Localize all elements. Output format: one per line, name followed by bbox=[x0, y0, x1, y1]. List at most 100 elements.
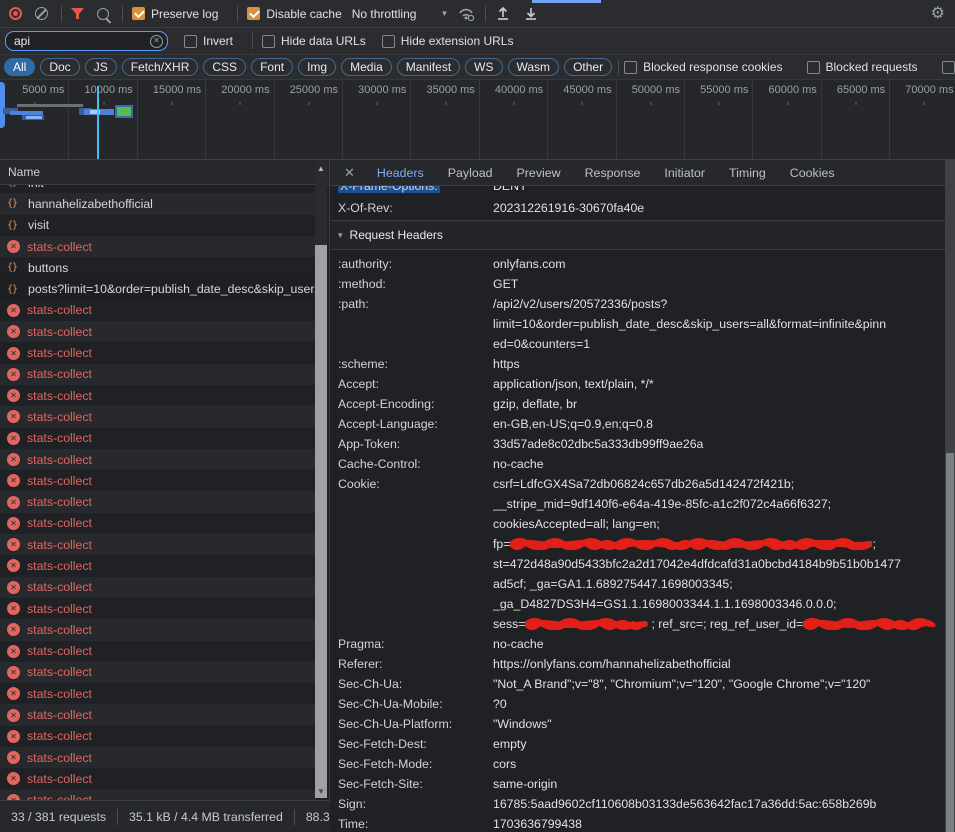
header-value-line: sess=; ref_src=; reg_ref_user_id= bbox=[493, 614, 945, 634]
scroll-up-icon[interactable]: ▲ bbox=[315, 162, 327, 175]
request-row[interactable]: ✕stats-collect bbox=[0, 428, 316, 449]
scroll-down-icon[interactable]: ▼ bbox=[315, 785, 327, 798]
request-row[interactable]: ✕stats-collect bbox=[0, 321, 316, 342]
header-row: Sign:16785:5aad9602cf110608b03133de56364… bbox=[331, 794, 945, 814]
header-name: Accept: bbox=[331, 374, 493, 394]
details-scrollbar[interactable] bbox=[945, 160, 955, 832]
filter-pill-other[interactable]: Other bbox=[564, 58, 612, 76]
header-value-line: __stripe_mid=9df140f6-e64a-419e-85fc-a1c… bbox=[493, 494, 945, 514]
request-row[interactable]: ✕stats-collect bbox=[0, 406, 316, 427]
request-row[interactable]: ✕stats-collect bbox=[0, 577, 316, 598]
filter-pill-all[interactable]: All bbox=[4, 58, 35, 76]
request-row[interactable]: ✕stats-collect bbox=[0, 641, 316, 662]
tab-response[interactable]: Response bbox=[573, 160, 653, 186]
request-row[interactable]: ✕stats-collect bbox=[0, 470, 316, 491]
request-row[interactable]: ✕stats-collect bbox=[0, 534, 316, 555]
request-row[interactable]: ✕stats-collect bbox=[0, 449, 316, 470]
request-row[interactable]: ✕stats-collect bbox=[0, 364, 316, 385]
filter-icon[interactable] bbox=[71, 8, 85, 20]
error-icon: ✕ bbox=[7, 517, 20, 530]
filter-pill-img[interactable]: Img bbox=[298, 58, 336, 76]
request-headers-section[interactable]: ▾ Request Headers bbox=[331, 221, 945, 250]
request-row[interactable]: ✕stats-collect bbox=[0, 236, 316, 257]
clear-icon[interactable] bbox=[35, 7, 48, 20]
search-icon[interactable] bbox=[97, 8, 109, 20]
headers-view: X-Frame-Options: DENY X-Of-Rev: 20231226… bbox=[331, 186, 945, 832]
request-name: stats-collect bbox=[27, 303, 92, 317]
request-row[interactable]: ✕stats-collect bbox=[0, 747, 316, 768]
header-row: Sec-Ch-Ua-Platform:"Windows" bbox=[331, 714, 945, 734]
header-row: :path:/api2/v2/users/20572336/posts?limi… bbox=[331, 294, 945, 354]
request-row[interactable]: ✕stats-collect bbox=[0, 768, 316, 789]
blocked-response-cookies-checkbox[interactable] bbox=[624, 61, 637, 74]
name-column-header[interactable]: Name bbox=[0, 160, 329, 185]
preserve-log-checkbox[interactable] bbox=[132, 7, 145, 20]
scrollbar-thumb[interactable] bbox=[315, 245, 327, 788]
header-value: GET bbox=[493, 274, 945, 294]
request-name: stats-collect bbox=[27, 793, 92, 800]
request-row[interactable]: ✕stats-collect bbox=[0, 726, 316, 747]
request-row[interactable]: ✕stats-collect bbox=[0, 555, 316, 576]
filter-pill-manifest[interactable]: Manifest bbox=[397, 58, 460, 76]
tab-payload[interactable]: Payload bbox=[436, 160, 505, 186]
request-row[interactable]: ✕stats-collect bbox=[0, 790, 316, 800]
request-row[interactable]: {}buttons bbox=[0, 257, 316, 278]
filter-pill-css[interactable]: CSS bbox=[203, 58, 246, 76]
timeline-tick-label: 65000 ms bbox=[819, 84, 885, 96]
filter-pill-doc[interactable]: Doc bbox=[40, 58, 79, 76]
request-row[interactable]: {}hannahelizabethofficial bbox=[0, 193, 316, 214]
clear-filter-icon[interactable]: ✕ bbox=[150, 35, 163, 48]
request-row[interactable]: {}init bbox=[0, 185, 316, 193]
header-row: Accept-Encoding:gzip, deflate, br bbox=[331, 394, 945, 414]
throttling-select[interactable]: No throttling bbox=[352, 7, 417, 21]
timeline-tick-label: 15000 ms bbox=[135, 84, 201, 96]
request-row[interactable]: {}visit bbox=[0, 215, 316, 236]
tab-initiator[interactable]: Initiator bbox=[652, 160, 717, 186]
hide-data-urls-checkbox[interactable] bbox=[262, 35, 275, 48]
request-row[interactable]: ✕stats-collect bbox=[0, 491, 316, 512]
record-icon[interactable] bbox=[9, 7, 22, 20]
timeline-minor-tick bbox=[923, 102, 925, 105]
filter-pill-fetch-xhr[interactable]: Fetch/XHR bbox=[122, 58, 199, 76]
request-row[interactable]: ✕stats-collect bbox=[0, 619, 316, 640]
error-icon: ✕ bbox=[7, 772, 20, 785]
tab-timing[interactable]: Timing bbox=[717, 160, 778, 186]
settings-gear-icon[interactable]: ⚙ bbox=[931, 6, 945, 22]
invert-checkbox[interactable] bbox=[184, 35, 197, 48]
filter-pill-ws[interactable]: WS bbox=[465, 58, 502, 76]
request-row[interactable]: ✕stats-collect bbox=[0, 385, 316, 406]
filter-pill-media[interactable]: Media bbox=[341, 58, 392, 76]
3rd-party-requests-checkbox[interactable] bbox=[942, 61, 955, 74]
close-icon[interactable]: ✕ bbox=[331, 165, 365, 181]
tab-cookies[interactable]: Cookies bbox=[778, 160, 847, 186]
import-har-icon[interactable] bbox=[495, 6, 511, 21]
header-value: empty bbox=[493, 734, 945, 754]
filter-pill-wasm[interactable]: Wasm bbox=[508, 58, 560, 76]
network-details-pane: ✕ HeadersPayloadPreviewResponseInitiator… bbox=[331, 160, 955, 832]
network-conditions-icon[interactable] bbox=[458, 7, 476, 21]
filter-pill-font[interactable]: Font bbox=[251, 58, 293, 76]
request-row[interactable]: ✕stats-collect bbox=[0, 704, 316, 725]
hide-extension-urls-checkbox[interactable] bbox=[382, 35, 395, 48]
request-row[interactable]: ✕stats-collect bbox=[0, 662, 316, 683]
request-row[interactable]: ✕stats-collect bbox=[0, 683, 316, 704]
hide-data-urls-label: Hide data URLs bbox=[281, 34, 366, 48]
filter-pill-js[interactable]: JS bbox=[85, 58, 117, 76]
request-row[interactable]: ✕stats-collect bbox=[0, 598, 316, 619]
scrollbar-thumb[interactable] bbox=[946, 453, 954, 832]
tab-preview[interactable]: Preview bbox=[505, 160, 573, 186]
request-list-scrollbar[interactable]: ▲ ▼ bbox=[315, 162, 327, 798]
request-row[interactable]: ✕stats-collect bbox=[0, 342, 316, 363]
disable-cache-checkbox[interactable] bbox=[247, 7, 260, 20]
chevron-down-icon[interactable]: ▼ bbox=[440, 9, 448, 18]
request-row[interactable]: ✕stats-collect bbox=[0, 300, 316, 321]
blocked-requests-checkbox[interactable] bbox=[807, 61, 820, 74]
export-har-icon[interactable] bbox=[523, 6, 539, 21]
tab-headers[interactable]: Headers bbox=[365, 160, 436, 186]
header-value-line: https bbox=[493, 354, 945, 374]
network-overview-timeline[interactable]: 5000 ms10000 ms15000 ms20000 ms25000 ms3… bbox=[0, 80, 955, 160]
filter-input[interactable] bbox=[5, 31, 168, 51]
redaction-scribble bbox=[510, 536, 872, 552]
request-row[interactable]: ✕stats-collect bbox=[0, 513, 316, 534]
request-row[interactable]: {}posts?limit=10&order=publish_date_desc… bbox=[0, 278, 316, 299]
